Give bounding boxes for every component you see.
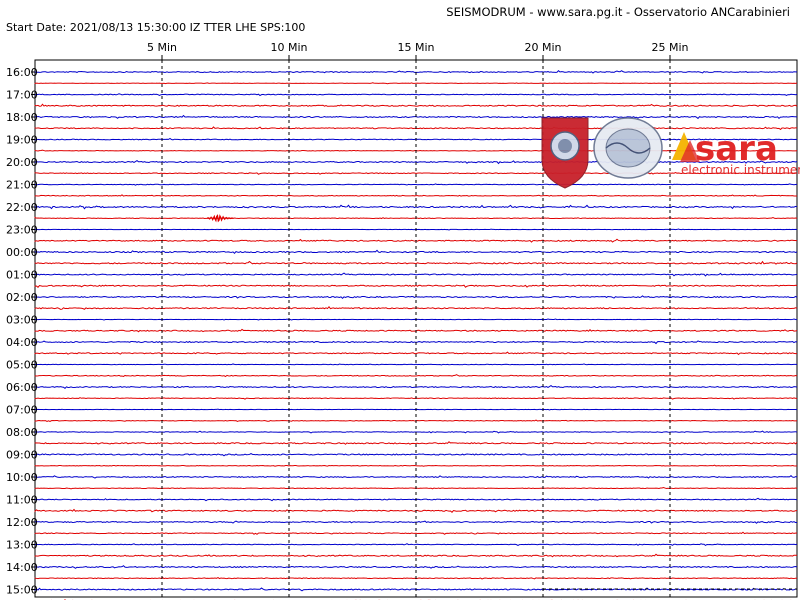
x-tick-label-25: 25 Min: [651, 41, 688, 54]
chart-start-info: Start Date: 2021/08/13 15:30:00 IZ TTER …: [6, 21, 305, 34]
trace-1600-1: [34, 82, 798, 85]
seismic-network-seal-icon: [593, 117, 663, 179]
x-tick-label-10: 10 Min: [270, 41, 307, 54]
x-tick-label-20: 20 Min: [524, 41, 561, 54]
x-tick-label-5: 5 Min: [147, 41, 177, 54]
seismogram-chart: SEISMODRUM - www.sara.pg.it - Osservator…: [0, 0, 800, 600]
chart-header-title: SEISMODRUM - www.sara.pg.it - Osservator…: [446, 5, 790, 19]
x-tick-label-15: 15 Min: [397, 41, 434, 54]
watermark-tagline: electronic instruments: [681, 163, 800, 177]
carabinieri-crest-icon: [541, 117, 589, 189]
